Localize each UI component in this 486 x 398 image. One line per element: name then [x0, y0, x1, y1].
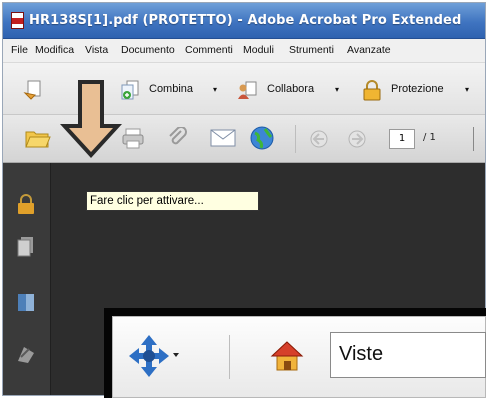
menu-moduli[interactable]: Moduli: [243, 44, 274, 56]
create-pdf-button[interactable]: [23, 79, 53, 101]
attachments-icon[interactable]: [15, 343, 37, 365]
protection-dropdown-icon: ▾: [465, 85, 470, 94]
previous-page-icon[interactable]: [309, 129, 329, 149]
page-number-input[interactable]: 1: [389, 129, 415, 149]
collaborate-label: Collabora: [267, 83, 315, 95]
menu-vista[interactable]: Vista: [85, 44, 108, 56]
menu-bar: File Modifica Vista Documento Commenti M…: [3, 39, 485, 63]
home-icon[interactable]: [269, 339, 305, 373]
bookmarks-icon[interactable]: [15, 291, 37, 313]
menu-documento[interactable]: Documento: [121, 44, 175, 56]
menu-strumenti[interactable]: Strumenti: [289, 44, 334, 56]
navigation-move-icon[interactable]: [127, 331, 181, 381]
email-icon[interactable]: [209, 127, 237, 149]
lock-icon: [363, 80, 381, 101]
combine-button[interactable]: Combina ▾: [119, 79, 229, 101]
toolbar-separator: [295, 125, 296, 153]
pdf-icon: [11, 12, 24, 29]
security-lock-icon[interactable]: [15, 193, 37, 215]
create-pdf-icon: [23, 80, 41, 100]
menu-avanzate[interactable]: Avanzate: [347, 44, 391, 56]
collaborate-icon: [238, 81, 257, 99]
tooltip: Fare clic per attivare...: [86, 191, 259, 211]
attach-icon[interactable]: [167, 127, 189, 149]
combine-label: Combina: [149, 83, 194, 95]
folder-open-icon[interactable]: [25, 127, 51, 149]
navigation-pane: [3, 163, 51, 395]
protection-label: Protezione: [391, 83, 444, 95]
next-page-icon[interactable]: [347, 129, 367, 149]
page-total: / 1: [423, 132, 436, 143]
toolbar-separator: [229, 335, 230, 379]
collaborate-dropdown-icon: ▾: [335, 85, 340, 94]
printer-icon[interactable]: [121, 127, 145, 149]
toolbar-separator: [473, 127, 474, 151]
views-field[interactable]: Viste: [330, 332, 486, 378]
pages-icon[interactable]: [15, 235, 37, 257]
views-label: Viste: [339, 343, 384, 365]
window-title: HR138S[1].pdf (PROTETTO) - Adobe Acrobat…: [29, 13, 462, 28]
protection-button[interactable]: Protezione ▾: [361, 79, 485, 101]
title-bar: HR138S[1].pdf (PROTETTO) - Adobe Acrobat…: [3, 3, 485, 39]
combine-dropdown-icon: ▾: [213, 85, 218, 94]
collaborate-button[interactable]: Collabora ▾: [237, 79, 351, 101]
menu-commenti[interactable]: Commenti: [185, 44, 233, 56]
globe-icon[interactable]: [249, 125, 275, 151]
menu-file[interactable]: File: [11, 44, 28, 56]
annotation-arrow-icon: [60, 80, 122, 158]
menu-modifica[interactable]: Modifica: [35, 44, 74, 56]
